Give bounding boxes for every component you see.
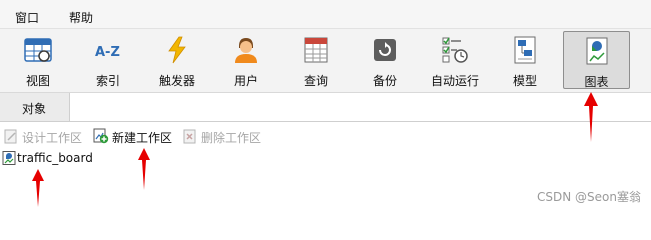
svg-text:A-Z: A-Z xyxy=(95,45,120,60)
toolbar-backup-label: 备份 xyxy=(372,74,397,88)
toolbar-view-button[interactable]: 视图 xyxy=(7,31,69,89)
delete-workspace-label: 删除工作区 xyxy=(201,131,262,145)
toolbar-index-button[interactable]: A-Z 索引 xyxy=(77,31,139,89)
chart-icon xyxy=(586,37,607,65)
lightning-icon xyxy=(168,36,186,64)
toolbar-query-button[interactable]: 查询 xyxy=(285,31,347,89)
model-icon xyxy=(514,36,536,64)
annotation-arrow-new-workspace xyxy=(138,148,150,190)
schedule-icon xyxy=(442,37,468,63)
menu-window[interactable]: 窗口 xyxy=(15,9,39,26)
annotation-arrow-chart xyxy=(584,92,598,142)
toolbar-query-label: 查询 xyxy=(303,74,328,88)
new-workspace-icon xyxy=(93,128,109,144)
toolbar-autorun-label: 自动运行 xyxy=(430,74,479,88)
watermark: CSDN @Seon塞翁 xyxy=(537,190,641,204)
backup-icon xyxy=(374,39,396,61)
tab-objects[interactable]: 对象 xyxy=(0,93,70,121)
toolbar-chart-label: 图表 xyxy=(584,75,609,89)
menu-bar: 窗口 帮助 xyxy=(0,0,651,29)
toolbar-view-label: 视图 xyxy=(25,74,50,88)
main-toolbar: 视图 A-Z 索引 触发器 用户 查询 备份 自动运行 模型 图表 xyxy=(0,29,651,93)
delete-workspace-icon xyxy=(183,129,196,144)
new-workspace-label: 新建工作区 xyxy=(112,131,173,145)
toolbar-model-label: 模型 xyxy=(512,74,537,88)
toolbar-model-button[interactable]: 模型 xyxy=(494,31,556,89)
toolbar-backup-button[interactable]: 备份 xyxy=(354,31,416,89)
az-index-icon: A-Z xyxy=(95,45,120,60)
grid-view-icon xyxy=(24,38,52,62)
toolbar-user-button[interactable]: 用户 xyxy=(215,31,277,89)
query-table-icon xyxy=(304,37,328,63)
object-tab-bar: 对象 xyxy=(0,93,651,122)
toolbar-index-label: 索引 xyxy=(95,74,120,88)
user-icon xyxy=(235,38,257,63)
toolbar-trigger-button[interactable]: 触发器 xyxy=(146,31,208,89)
annotation-arrow-list-item xyxy=(32,169,44,207)
design-workspace-icon xyxy=(4,129,17,144)
toolbar-chart-button[interactable]: 图表 xyxy=(563,31,630,89)
tab-objects-label: 对象 xyxy=(22,102,47,116)
toolbar-autorun-button[interactable]: 自动运行 xyxy=(424,31,486,89)
design-workspace-label: 设计工作区 xyxy=(22,131,83,145)
toolbar-user-label: 用户 xyxy=(233,74,258,88)
chart-file-icon xyxy=(2,151,16,165)
workspace-bar: 设计工作区 新建工作区 删除工作区 xyxy=(0,124,651,148)
menu-help[interactable]: 帮助 xyxy=(69,9,93,26)
toolbar-trigger-label: 触发器 xyxy=(158,74,195,88)
list-item-name: traffic_board xyxy=(17,151,93,165)
